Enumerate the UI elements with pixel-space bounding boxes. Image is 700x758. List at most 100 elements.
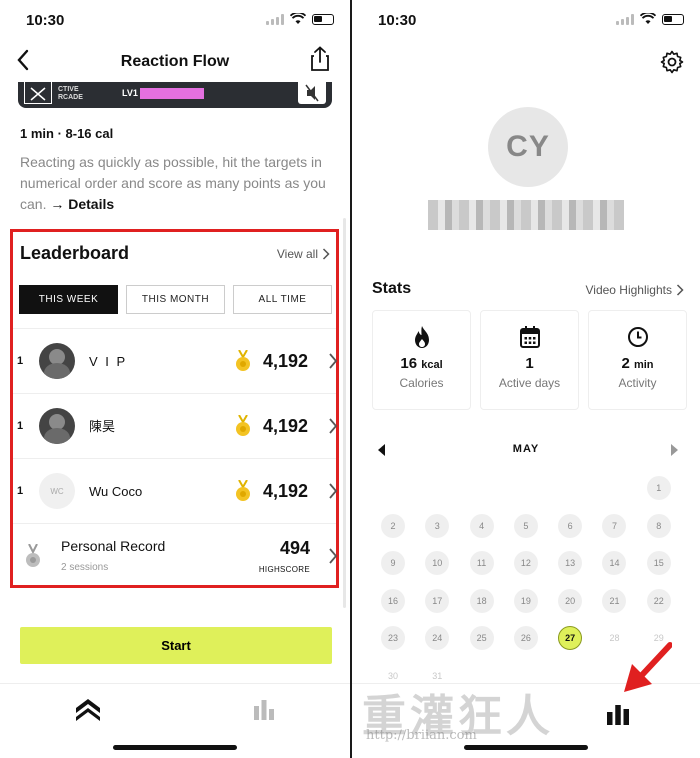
chevron-right-icon: [322, 248, 330, 260]
calendar-empty-cell: [558, 476, 582, 500]
mute-icon[interactable]: [298, 82, 326, 104]
scrollbar[interactable]: [343, 218, 346, 608]
calendar-day[interactable]: 26: [513, 626, 538, 650]
level-bar: [140, 88, 204, 99]
gear-icon[interactable]: [660, 50, 684, 74]
wifi-icon: [640, 13, 656, 24]
calendar-empty-cell: [514, 476, 538, 500]
calendar-day[interactable]: 16: [381, 588, 405, 613]
status-icons: [266, 13, 334, 25]
calendar-day[interactable]: 8: [646, 513, 671, 538]
player-name: 陳昊: [89, 419, 116, 434]
reaction-flow-screen: 10:30 Reaction Flow CTIVE RCADE LV1 1 min…: [0, 0, 350, 758]
home-indicator: [464, 745, 588, 750]
rank: 1: [17, 420, 24, 432]
calendar-day[interactable]: 14: [602, 551, 627, 575]
stat-label: Active days: [498, 376, 561, 390]
battery-icon: [662, 13, 684, 25]
stat-label: Calories: [399, 376, 444, 390]
leaderboard-section: Leaderboard View all THIS WEEK THIS MONT…: [10, 229, 339, 588]
calories-unit: kcal: [421, 359, 443, 371]
workout-preview-video[interactable]: CTIVE RCADE LV1: [18, 82, 332, 108]
stats-tab-icon[interactable]: [605, 703, 631, 725]
chevron-right-icon: [329, 548, 338, 564]
expand-icon[interactable]: [24, 82, 52, 104]
activity-value: 2: [621, 355, 630, 372]
calendar-day[interactable]: 15: [646, 551, 671, 575]
tab-this-week[interactable]: THIS WEEK: [19, 285, 118, 314]
gold-medal-icon: [236, 350, 250, 371]
tab-this-month[interactable]: THIS MONTH: [126, 285, 225, 314]
stats-tab-icon[interactable]: [252, 698, 276, 720]
calendar-header: MAY: [372, 440, 680, 460]
calendar-day[interactable]: 12: [513, 551, 538, 575]
calendar-day[interactable]: 20: [558, 588, 583, 613]
details-link[interactable]: → Details: [50, 196, 114, 212]
calendar-day[interactable]: 1: [646, 476, 671, 500]
calendar-day[interactable]: 13: [558, 551, 583, 575]
calendar-day[interactable]: 22: [646, 588, 671, 613]
calendar-day[interactable]: 2: [381, 513, 405, 538]
start-button[interactable]: Start: [20, 627, 332, 664]
stat-value: 16 kcal: [400, 355, 442, 372]
sessions-count: 2 sessions: [61, 562, 109, 573]
calendar-day[interactable]: 4: [469, 513, 494, 538]
player-score: 4,192: [263, 481, 309, 501]
battery-icon: [312, 13, 334, 25]
calendar-day[interactable]: 11: [469, 551, 494, 575]
stat-value: 2 min: [621, 355, 653, 372]
silver-medal-icon: [26, 544, 40, 567]
chevron-right-icon: [329, 353, 338, 369]
view-all-link[interactable]: View all: [277, 247, 330, 261]
calendar-day[interactable]: 7: [602, 513, 627, 538]
calendar-empty-cell: [381, 476, 405, 500]
calendar-empty-cell: [425, 476, 449, 500]
calendar-day[interactable]: 6: [558, 513, 583, 538]
calendar-day[interactable]: 27: [558, 626, 583, 650]
calendar-day[interactable]: 9: [381, 551, 405, 575]
profile-avatar[interactable]: CY: [488, 107, 568, 187]
calendar-day[interactable]: 10: [425, 551, 450, 575]
leaderboard-tabs: THIS WEEK THIS MONTH ALL TIME: [19, 285, 332, 314]
wifi-icon: [290, 13, 306, 24]
leaderboard-row[interactable]: 1 V I P 4,192: [13, 328, 338, 393]
video-highlights-link[interactable]: Video Highlights: [585, 283, 684, 297]
clock-icon: [627, 327, 648, 347]
calendar-day[interactable]: 5: [513, 513, 538, 538]
stat-value: 1: [525, 355, 533, 372]
video-highlights-label: Video Highlights: [585, 283, 672, 297]
calendar-day[interactable]: 23: [381, 626, 405, 650]
leaderboard-row[interactable]: 1 WC Wu Coco 4,192: [13, 458, 338, 523]
calendar-icon: [519, 326, 540, 348]
workout-description: Reacting as quickly as possible, hit the…: [20, 152, 340, 215]
calendar-empty-cell: [470, 476, 494, 500]
red-arrow-annotation: [624, 642, 672, 692]
chevron-right-icon: [329, 483, 338, 499]
calendar-day[interactable]: 17: [425, 588, 450, 613]
status-bar: 10:30: [352, 0, 700, 42]
player-name: V I P: [89, 354, 128, 369]
share-icon[interactable]: [308, 46, 332, 72]
next-month-icon[interactable]: [670, 444, 678, 456]
page-title: Reaction Flow: [120, 53, 230, 70]
personal-score: 494: [279, 538, 310, 558]
calendar-empty-cell: [602, 476, 626, 500]
workouts-tab-icon[interactable]: [73, 696, 103, 722]
calendar-day[interactable]: 19: [513, 588, 538, 613]
signal-icon: [266, 13, 284, 25]
personal-record-row[interactable]: Personal Record 2 sessions 494 HIGHSCORE: [13, 523, 338, 588]
calendar-day[interactable]: 24: [425, 626, 450, 650]
leaderboard-row[interactable]: 1 陳昊 4,192: [13, 393, 338, 458]
tab-all-time[interactable]: ALL TIME: [233, 285, 332, 314]
calendar-day[interactable]: 25: [469, 626, 494, 650]
rank: 1: [17, 485, 24, 497]
avatar: WC: [39, 473, 75, 509]
status-time: 10:30: [26, 12, 65, 29]
calendar-day[interactable]: 21: [602, 588, 627, 613]
personal-record-label: Personal Record: [61, 538, 166, 554]
status-icons: [616, 13, 684, 25]
chevron-right-icon: [676, 284, 684, 296]
calories-value: 16: [400, 355, 418, 372]
calendar-day[interactable]: 3: [425, 513, 450, 538]
calendar-day[interactable]: 18: [469, 588, 494, 613]
